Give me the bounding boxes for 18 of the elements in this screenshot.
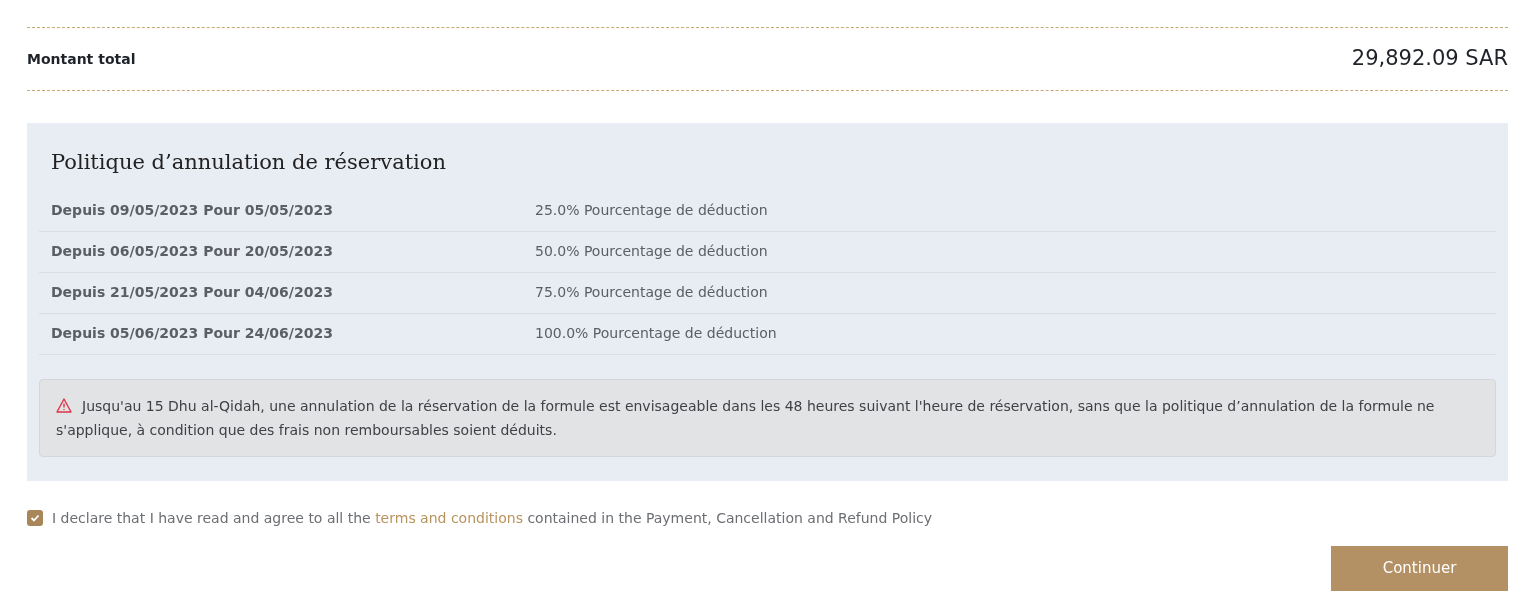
deduction-cell-text: 75.0% Pourcentage de déduction (535, 283, 768, 302)
period-cell-text: Depuis 09/05/2023 Pour 05/05/2023 (51, 201, 334, 220)
policy-title: Politique d’annulation de réservation (50, 149, 447, 176)
warning-icon (56, 397, 72, 413)
total-amount: 29,892.09 SAR (1351, 45, 1508, 73)
terms-link[interactable]: terms and conditions (375, 509, 523, 526)
checkmark-icon (30, 513, 40, 523)
period-cell-text: Depuis 21/05/2023 Pour 04/06/2023 (51, 283, 334, 302)
period-cell-text: Depuis 06/05/2023 Pour 20/05/2023 (51, 242, 334, 261)
agree-checkbox[interactable] (27, 510, 43, 526)
period-cell-text: Depuis 05/06/2023 Pour 24/06/2023 (51, 324, 334, 343)
agreement-text: I declare that I have read and agree to all the terms and conditions contained in the Payment, Cancellation and Refund Policy (52, 508, 933, 528)
deduction-cell-text: 50.0% Pourcentage de déduction (535, 242, 768, 261)
total-label: Montant total (27, 49, 136, 69)
deduction-cell-text: 100.0% Pourcentage de déduction (535, 324, 777, 343)
notice-text: Jusqu'au 15 Dhu al-Qidah, une annulation de la réservation de la formule est envisageable dans les 48 heures suivant l'heure de réservation, sans que la politique d’annulation de la formule ne s'applique, à condition que des frais non remboursables soient déduits. (56, 396, 1436, 440)
continue-button[interactable]: Continuer (1331, 545, 1508, 591)
deduction-cell-text: 25.0% Pourcentage de déduction (535, 201, 768, 220)
